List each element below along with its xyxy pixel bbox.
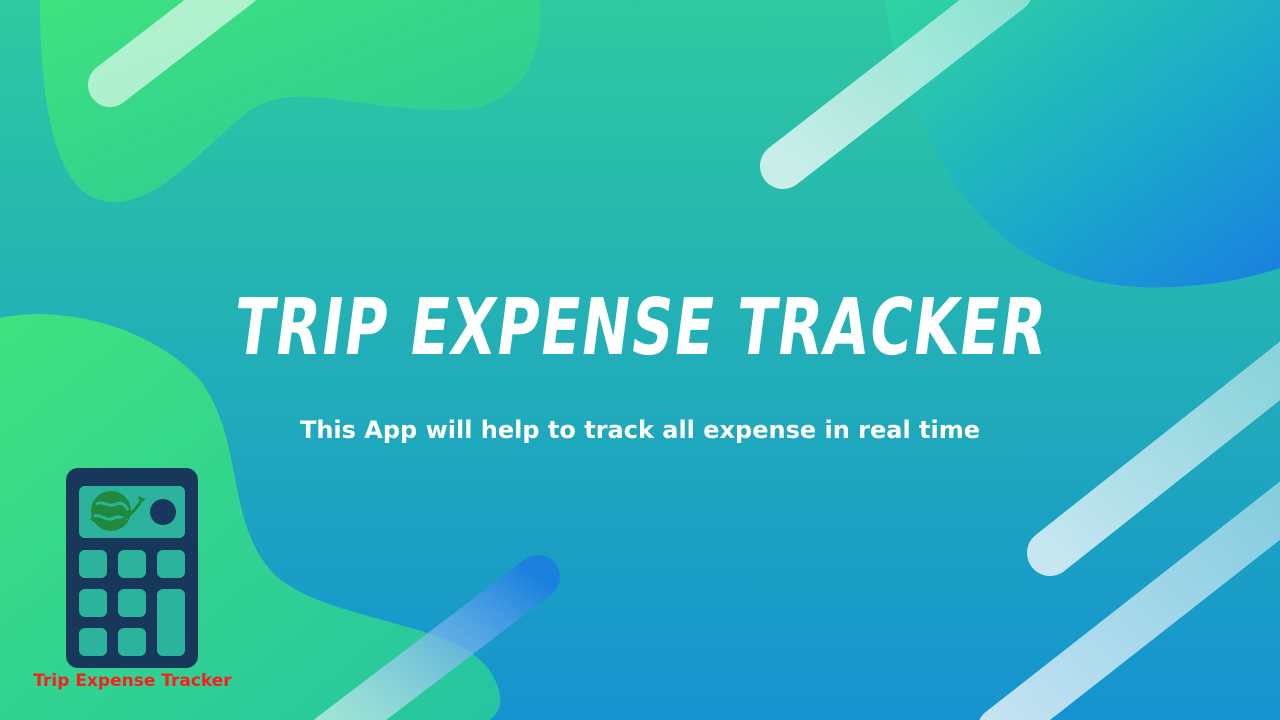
logo-caption: Trip Expense Tracker [33, 671, 232, 691]
banner-subtitle: This App will help to track all expense … [299, 416, 981, 444]
calculator-keys [79, 550, 185, 656]
calculator-globe-icon [66, 468, 198, 668]
banner-canvas: TRIP EXPENSE TRACKER This App will help … [0, 0, 1280, 720]
banner-title: TRIP EXPENSE TRACKER [229, 283, 1053, 373]
display-dot [150, 499, 176, 525]
